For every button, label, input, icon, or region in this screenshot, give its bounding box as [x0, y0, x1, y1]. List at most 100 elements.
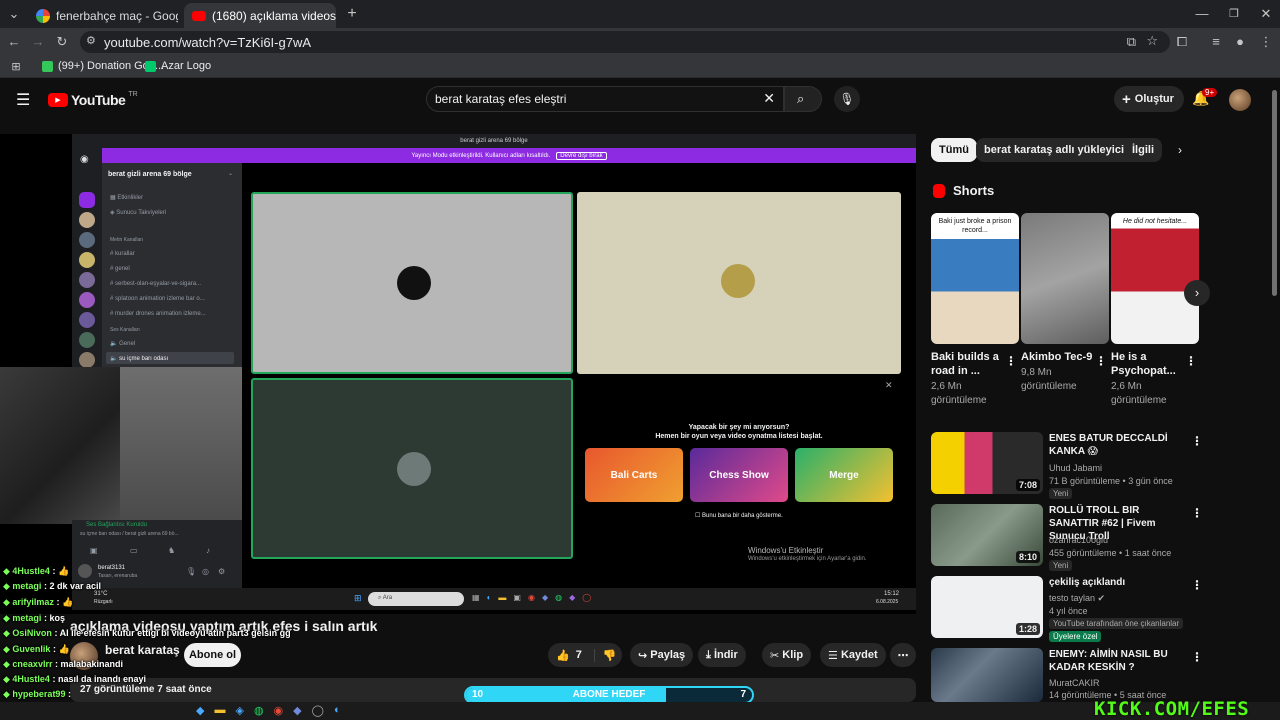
app-icon[interactable]: ◉: [528, 593, 535, 605]
address-bar[interactable]: ⚙ youtube.com/watch?v=TzKi6I-g7wA ⧉ ☆: [80, 31, 1170, 53]
forward-icon[interactable]: →: [28, 32, 48, 52]
voice-search-icon[interactable]: 🎙: [834, 86, 860, 112]
more-vert-icon[interactable]: ⋮: [1185, 354, 1197, 368]
chevron-down-icon[interactable]: ⌄: [228, 170, 233, 177]
folder-icon[interactable]: ▬: [214, 704, 225, 717]
server-icon[interactable]: [79, 332, 95, 348]
camera-icon[interactable]: ▣: [90, 546, 98, 555]
settings-icon[interactable]: ⚙: [218, 567, 225, 576]
voice-channel-item[interactable]: 🔈 Genel: [110, 340, 135, 347]
app-icon[interactable]: ◈: [235, 704, 243, 717]
bookmark-star-icon[interactable]: ☆: [1146, 33, 1158, 49]
bookmark-azar[interactable]: Azar Logo: [145, 60, 211, 72]
more-vert-icon[interactable]: ⋮: [1191, 650, 1203, 664]
clip-button[interactable]: ✂ Klip: [762, 643, 812, 667]
channel-item[interactable]: ▦ Etkinlikler: [110, 194, 143, 201]
server-icon[interactable]: [79, 212, 95, 228]
tab-youtube[interactable]: (1680) açıklama videosu yap 🔊 ✕: [184, 3, 336, 28]
more-actions-button[interactable]: ⋯: [890, 643, 916, 667]
channel-item[interactable]: # splatoon animation izleme bar o...: [110, 296, 205, 302]
recommendation-item[interactable]: ENEMY: AİMİN NASIL BU KADAR KESKİN ? Mur…: [931, 648, 1203, 702]
site-info-icon[interactable]: ⚙: [86, 34, 96, 47]
hamburger-menu-icon[interactable]: ☰: [16, 90, 30, 110]
channel-item[interactable]: # kurallar: [110, 251, 135, 257]
recommendation-channel[interactable]: Uhud Jabami: [1049, 462, 1102, 474]
download-button[interactable]: ⤓ İndir: [698, 643, 746, 667]
participant-tile[interactable]: [577, 192, 901, 374]
video-player[interactable]: berat gizli arena 69 bölge Yayıncı Modu …: [0, 134, 916, 614]
channel-name[interactable]: berat karataş: [105, 643, 180, 657]
dont-show-checkbox[interactable]: ☐ Bunu bana bir daha gösterme.: [695, 512, 783, 519]
app-icon[interactable]: ◯: [312, 704, 324, 717]
recommendation-item[interactable]: 7:08 ENES BATUR DECCALDİ KANKA 😱 Uhud Ja…: [931, 432, 1203, 499]
short-card[interactable]: He did not hesitate... He is a Psychopat…: [1111, 213, 1199, 408]
game-card[interactable]: Merge: [795, 448, 893, 502]
window-close-icon[interactable]: ✕: [1256, 4, 1276, 24]
app-icon[interactable]: ◐: [487, 593, 492, 605]
cast-icon[interactable]: ⧉: [1127, 34, 1136, 50]
soundboard-icon[interactable]: ♪: [206, 546, 210, 555]
participant-tile[interactable]: [251, 192, 573, 374]
new-tab-icon[interactable]: +: [342, 4, 362, 24]
app-icon[interactable]: ▣: [513, 593, 521, 605]
filter-chip-all[interactable]: Tümü: [931, 138, 977, 162]
app-icon[interactable]: ◆: [542, 593, 548, 605]
discord-icon[interactable]: ◆: [293, 704, 301, 717]
steam-icon[interactable]: ◐: [334, 704, 341, 717]
create-button[interactable]: + Oluştur: [1114, 86, 1184, 112]
more-vert-icon[interactable]: ⋮: [1191, 578, 1203, 592]
app-icon[interactable]: ▦: [472, 593, 480, 605]
restore-icon[interactable]: ❐: [1224, 4, 1244, 24]
youtube-logo[interactable]: ▶ YouTube TR: [48, 91, 138, 108]
spotify-icon[interactable]: ◍: [254, 704, 264, 717]
chrome-icon[interactable]: ◉: [274, 704, 284, 717]
dislike-icon[interactable]: 👎: [593, 648, 617, 662]
server-icon[interactable]: [79, 312, 95, 328]
recommendation-item[interactable]: 1:28 çekiliş açıklandı testo taylan ✔ 4 …: [931, 576, 1203, 642]
reading-list-icon[interactable]: ≡: [1206, 32, 1226, 52]
server-icon[interactable]: [79, 252, 95, 268]
shorts-next-button[interactable]: ›: [1184, 280, 1210, 306]
like-icon[interactable]: 👍: [556, 649, 570, 662]
clear-search-icon[interactable]: ✕: [763, 90, 775, 107]
avatar[interactable]: [1229, 89, 1251, 111]
extensions-icon[interactable]: ⧠: [1172, 32, 1192, 52]
avatar[interactable]: [78, 564, 92, 578]
minimize-icon[interactable]: —: [1192, 4, 1212, 24]
chevron-right-icon[interactable]: ›: [1178, 143, 1182, 157]
search-input[interactable]: berat karataş efes eleştri ✕: [426, 86, 784, 112]
microphone-icon[interactable]: 🎙: [186, 567, 196, 576]
back-icon[interactable]: ←: [4, 32, 24, 52]
channel-item[interactable]: # serbest-olan-eşyalar-ve-sigara...: [110, 281, 201, 287]
apps-grid-icon[interactable]: ⊞: [6, 57, 26, 77]
filter-chip-related[interactable]: İlgili: [1124, 138, 1162, 162]
app-icon[interactable]: ◆: [569, 593, 575, 605]
more-vert-icon[interactable]: ⋮: [1191, 506, 1203, 520]
more-vert-icon[interactable]: ⋮: [1095, 354, 1107, 368]
voice-channel-item-active[interactable]: 🔈 su içme barı odası: [106, 352, 234, 364]
subscribe-button[interactable]: Abone ol: [184, 643, 241, 667]
category-header[interactable]: Metin Kanalları: [110, 237, 143, 243]
game-card[interactable]: Chess Show: [690, 448, 788, 502]
page-scrollbar[interactable]: [1270, 80, 1280, 702]
save-button[interactable]: ☰ Kaydet: [820, 643, 886, 667]
screen-share-icon[interactable]: ▭: [130, 546, 138, 555]
app-icon[interactable]: ◆: [196, 704, 204, 717]
recommendation-channel[interactable]: ozanrac10oglu: [1049, 534, 1108, 546]
close-icon[interactable]: ✕: [885, 380, 893, 391]
disable-streamer-mode-button[interactable]: Devre dışı bırak: [556, 151, 607, 160]
more-vert-icon[interactable]: ⋮: [1191, 434, 1203, 448]
server-name[interactable]: berat gizli arena 69 bölge: [108, 171, 192, 178]
discord-logo-icon[interactable]: ◉: [80, 154, 89, 165]
recommendation-item[interactable]: 8:10 ROLLÜ TROLL BIR SANATTIR #62 | Five…: [931, 504, 1203, 571]
server-icon[interactable]: [79, 272, 95, 288]
activity-icon[interactable]: ♞: [168, 546, 175, 555]
channel-item[interactable]: # murder drones animation izleme...: [110, 311, 206, 317]
share-button[interactable]: ↪ Paylaş: [630, 643, 694, 667]
category-header[interactable]: Ses Kanalları: [110, 327, 140, 333]
channel-item[interactable]: ◈ Sunucu Takviyeleri: [110, 209, 166, 216]
windows-start-icon[interactable]: ⊞: [354, 593, 362, 604]
recommendation-channel[interactable]: MuratCAKIR: [1049, 677, 1100, 689]
chrome-menu-icon[interactable]: ⋮: [1256, 32, 1276, 52]
recommendation-channel[interactable]: testo taylan ✔: [1049, 592, 1105, 604]
